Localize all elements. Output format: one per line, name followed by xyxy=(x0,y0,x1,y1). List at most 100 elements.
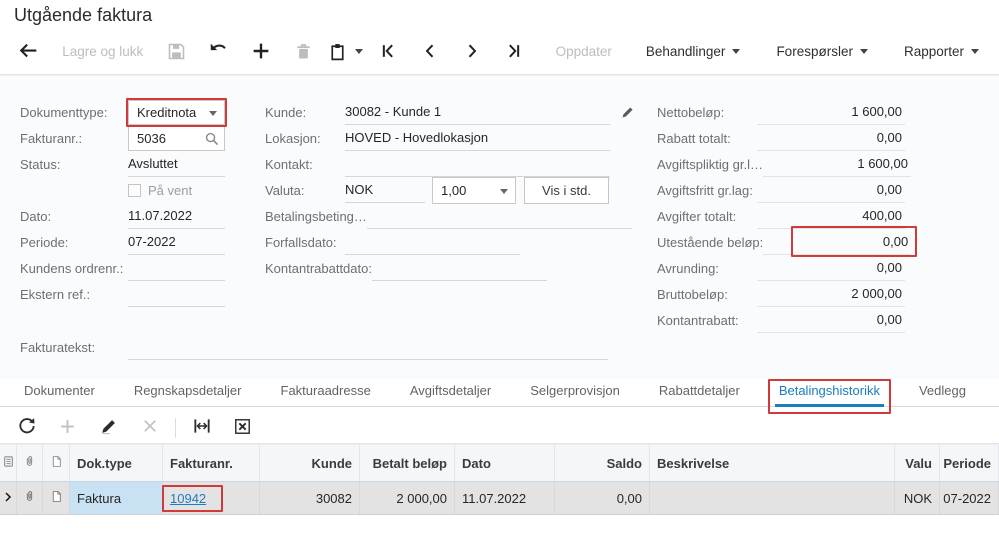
form-row: Kontantrabattdato: xyxy=(265,255,655,281)
field-lokasjon[interactable]: HOVED - Hovedlokasjon xyxy=(345,126,610,151)
tab-dokumenter[interactable]: Dokumenter xyxy=(22,383,97,406)
save-and-close-button[interactable]: Lagre og lukk xyxy=(50,34,155,68)
field-fakturanr-lookup[interactable]: 5036 xyxy=(128,125,225,151)
cell-dato[interactable]: 11.07.2022 xyxy=(455,482,555,514)
summary-row: Nettobeløp: 1 600,00 xyxy=(657,99,917,125)
first-record-button[interactable] xyxy=(367,34,409,68)
valuta-rate-select[interactable]: 1,00 xyxy=(432,176,516,204)
grid-delete-row-button[interactable] xyxy=(129,413,170,443)
field-dokumenttype-select[interactable]: Kreditnota xyxy=(126,97,227,127)
refresh-record-button[interactable]: Oppdater xyxy=(544,34,624,68)
tab-vedlegg[interactable]: Vedlegg xyxy=(917,383,968,406)
field-kundens-ordrenr[interactable] xyxy=(128,256,225,281)
grid-add-row-button[interactable] xyxy=(47,413,88,443)
col-header-dato[interactable]: Dato xyxy=(455,445,555,481)
tab-rabattdetaljer[interactable]: Rabattdetaljer xyxy=(657,383,742,406)
tab-avgiftsdetaljer[interactable]: Avgiftsdetaljer xyxy=(408,383,493,406)
cell-fakturanr[interactable]: 10942 xyxy=(162,482,260,514)
cell-attachment[interactable] xyxy=(17,482,43,514)
last-record-button[interactable] xyxy=(493,34,535,68)
col-header-valuta[interactable]: Valu xyxy=(895,445,940,481)
col-header-dok_type[interactable]: Dok.type xyxy=(70,445,163,481)
edit-pencil-icon[interactable] xyxy=(620,105,635,120)
field-value: 0,00 xyxy=(882,234,909,249)
next-record-button[interactable] xyxy=(451,34,493,68)
previous-record-button[interactable] xyxy=(409,34,451,68)
chevron-down-icon xyxy=(971,48,979,54)
cell-periode[interactable]: 07-2022 xyxy=(940,482,999,514)
summary-row: Avrunding: 0,00 xyxy=(657,255,917,281)
grid-refresh-button[interactable] xyxy=(6,413,47,443)
col-header-kunde[interactable]: Kunde xyxy=(260,445,360,481)
col-header-fakturanr[interactable]: Fakturanr. xyxy=(163,445,260,481)
cell-doc[interactable] xyxy=(43,482,70,514)
rapporter-menu-button[interactable]: Rapporter xyxy=(892,34,991,68)
field-label: Valuta: xyxy=(265,182,305,198)
cell-beskrivelse[interactable] xyxy=(650,482,895,514)
col-header-periode[interactable]: Periode xyxy=(940,445,999,481)
field-forfallsdato[interactable] xyxy=(345,230,520,255)
field-betalingsbetingelser[interactable] xyxy=(366,204,632,229)
column-label: Kunde xyxy=(311,455,352,471)
field-valuta-currency[interactable]: NOK xyxy=(345,178,425,203)
delete-button[interactable] xyxy=(282,34,324,68)
vis-i-std-button[interactable]: Vis i std. xyxy=(524,176,609,204)
field-pa-vent: På vent xyxy=(128,178,192,203)
cell-valuta[interactable]: NOK xyxy=(895,482,940,514)
copy-paste-button[interactable] xyxy=(324,34,366,68)
invoice-summary-form: Dokumenttype: Kreditnota Fakturanr.: 5036 St… xyxy=(0,75,999,379)
cell-selector[interactable] xyxy=(0,482,17,514)
detail-tabs: Dokumenter Regnskapsdetaljer Fakturaadress… xyxy=(0,379,999,414)
tab-label: Vedlegg xyxy=(918,383,966,398)
field-dato[interactable]: 11.07.2022 xyxy=(128,204,225,229)
cell-value: 30082 xyxy=(315,490,352,506)
behandlinger-menu-button[interactable]: Behandlinger xyxy=(634,34,753,68)
tab-regnskapsdetaljer[interactable]: Regnskapsdetaljer xyxy=(132,383,244,406)
grid-edit-row-button[interactable] xyxy=(88,413,129,443)
tab-betalingshistorikk[interactable]: Betalingshistorikk xyxy=(767,379,891,414)
field-value: 0,00 xyxy=(876,312,902,327)
col-header-beskrivelse[interactable]: Beskrivelse xyxy=(650,445,895,481)
chevron-down-icon xyxy=(209,110,217,116)
undo-button[interactable] xyxy=(198,34,240,68)
field-kontantrabattdato[interactable] xyxy=(371,256,547,281)
field-label: Periode: xyxy=(20,234,69,250)
fit-width-icon xyxy=(192,416,212,439)
tab-label: Dokumenter xyxy=(24,383,95,398)
last-record-icon xyxy=(504,41,524,61)
add-button[interactable] xyxy=(240,34,282,68)
save-button[interactable] xyxy=(155,34,197,68)
field-fakturatekst[interactable] xyxy=(128,335,608,360)
tab-fakturaadresse[interactable]: Fakturaadresse xyxy=(279,383,373,406)
field-value: 0,00 xyxy=(876,260,902,275)
summary-row: Avgifter totalt: 400,00 xyxy=(657,203,917,229)
cell-saldo[interactable]: 0,00 xyxy=(555,482,650,514)
field-avgiftspliktig-grunnlag: 1 600,00 xyxy=(762,152,911,177)
field-label: Kontantrabatt: xyxy=(657,312,739,328)
tab-selgerprovisjon[interactable]: Selgerprovisjon xyxy=(528,383,622,406)
field-label: Dokumenttype: xyxy=(20,104,108,120)
field-value: 30082 - Kunde 1 xyxy=(345,104,442,119)
tab-label: Selgerprovisjon xyxy=(530,383,620,398)
form-row: På vent xyxy=(20,177,260,203)
field-ekstern-ref[interactable] xyxy=(128,282,225,307)
cell-dok_type[interactable]: Faktura xyxy=(70,482,163,514)
field-kontakt[interactable] xyxy=(345,152,610,177)
pa-vent-checkbox[interactable] xyxy=(128,183,141,197)
col-header-saldo[interactable]: Saldo xyxy=(555,445,650,481)
col-header-betalt_belop[interactable]: Betalt beløp xyxy=(360,445,455,481)
field-periode[interactable]: 07-2022 xyxy=(128,230,225,255)
foresporsler-menu-button[interactable]: Forespørsler xyxy=(764,34,880,68)
table-row[interactable]: Faktura 10942 30082 2 000,00 11.07.2022 0,00 N… xyxy=(0,482,999,515)
cell-kunde[interactable]: 30082 xyxy=(260,482,360,514)
chevron-down-icon xyxy=(500,188,508,194)
field-label: Betalingsbeting… xyxy=(265,208,367,224)
export-to-excel-button[interactable] xyxy=(222,413,263,443)
fit-columns-button[interactable] xyxy=(181,413,222,443)
field-kunde[interactable]: 30082 - Kunde 1 xyxy=(345,100,610,125)
back-button[interactable] xyxy=(8,34,50,68)
cell-betalt_belop[interactable]: 2 000,00 xyxy=(360,482,455,514)
field-rabatt-totalt: 0,00 xyxy=(757,126,905,151)
invoice-number-link[interactable]: 10942 xyxy=(170,491,206,506)
field-value: 400,00 xyxy=(862,208,902,223)
